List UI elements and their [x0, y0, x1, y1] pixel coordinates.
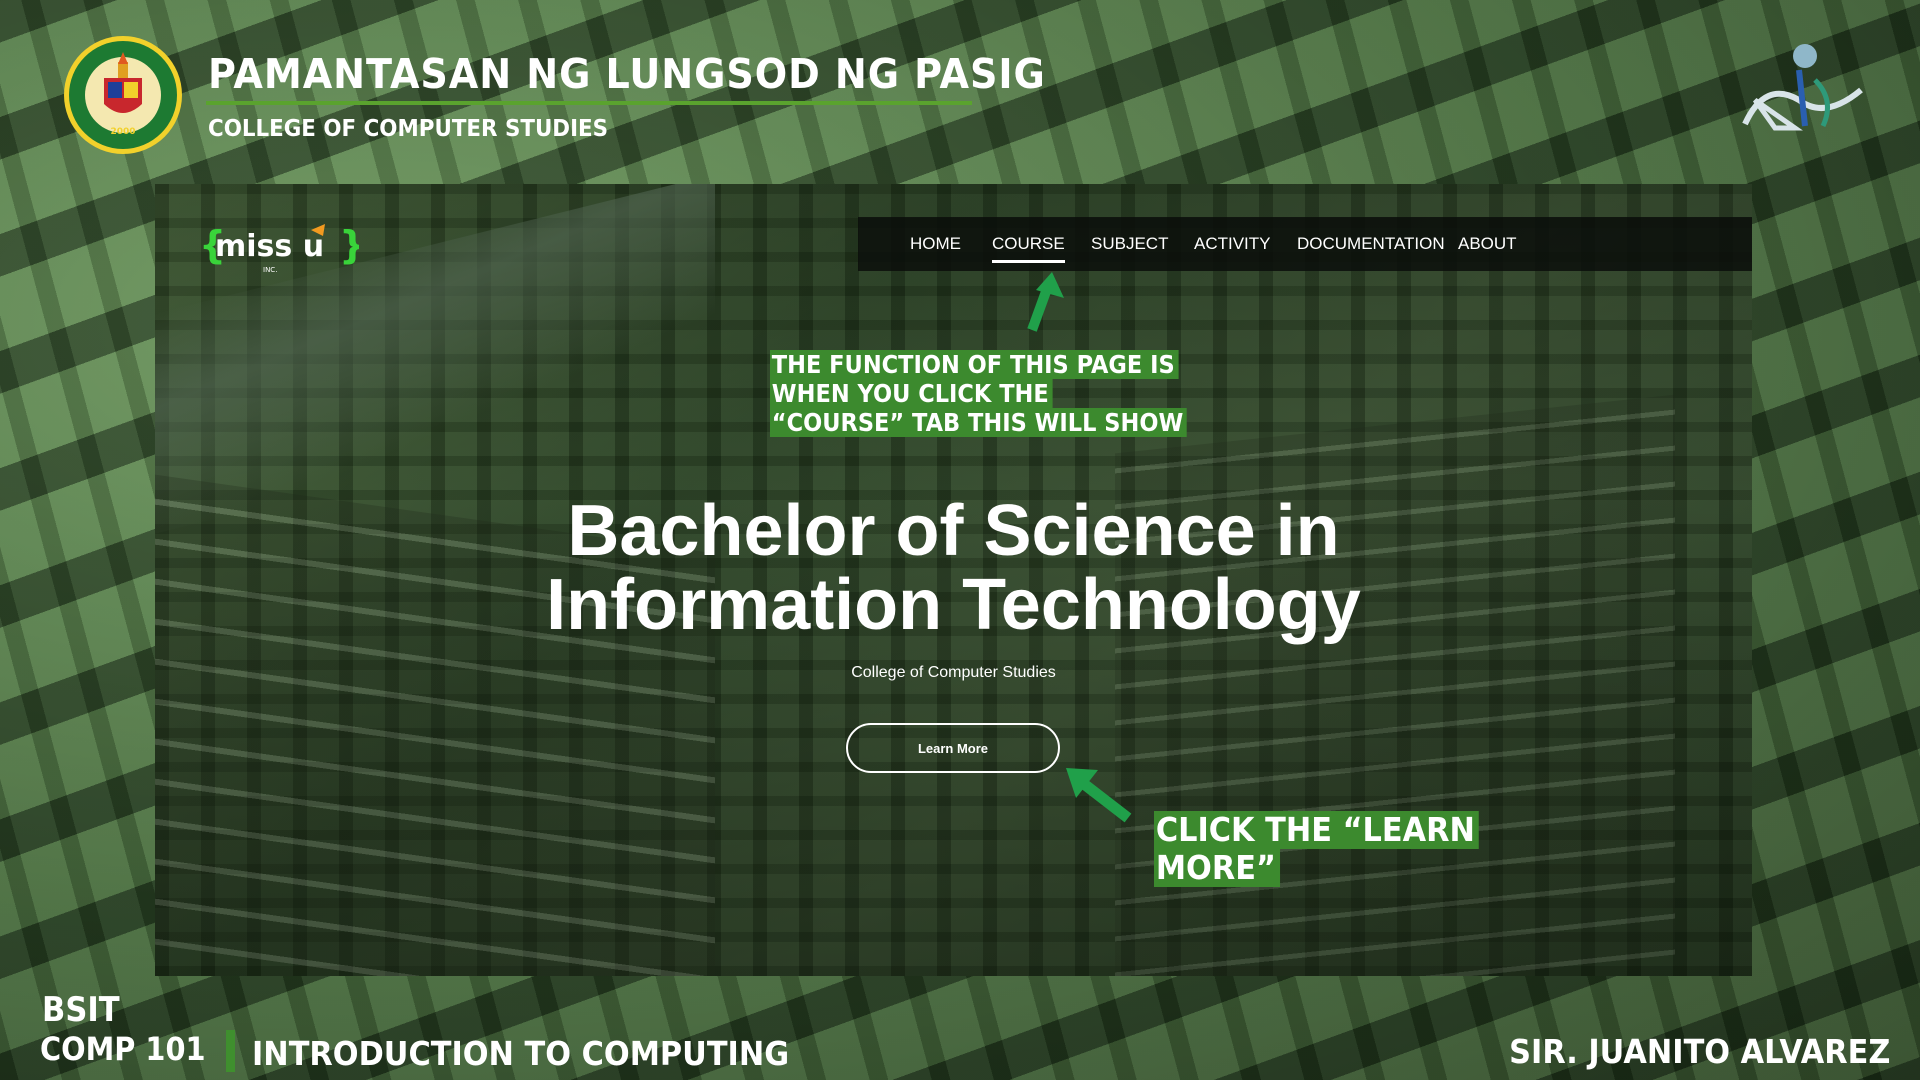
title-underline — [206, 101, 972, 105]
instructor-name: SIR. JUANITO ALVAREZ — [1508, 1032, 1890, 1071]
svg-text:}: } — [339, 223, 359, 267]
svg-text:INC.: INC. — [263, 266, 277, 274]
svg-text:2000: 2000 — [110, 127, 135, 137]
nav-documentation[interactable]: DOCUMENTATION — [1297, 217, 1445, 271]
course-code: COMP 101 — [40, 1030, 206, 1068]
nav-activity[interactable]: ACTIVITY — [1194, 217, 1271, 271]
university-title: PAMANTASAN NG LUNGSOD NG PASIG — [208, 50, 1046, 98]
ccs-logo-icon — [1742, 44, 1863, 131]
university-seal-icon: 2000 — [64, 36, 182, 154]
nav-course-label: COURSE — [992, 234, 1065, 253]
callout-line: THE FUNCTION OF THIS PAGE IS — [770, 350, 1179, 379]
hero-title-line-2: Information Technology — [546, 565, 1361, 645]
website-screenshot: { miss u } INC. HOME COURSE SUBJECT ACTI… — [155, 184, 1752, 976]
program-label: BSIT — [42, 990, 120, 1030]
site-navbar: HOME COURSE SUBJECT ACTIVITY DOCUMENTATI… — [858, 217, 1752, 271]
building-right-image — [1115, 394, 1675, 976]
arrow-up-icon — [1027, 272, 1064, 332]
nav-about[interactable]: ABOUT — [1458, 217, 1517, 271]
active-tab-indicator — [992, 260, 1065, 263]
callout-line: CLICK THE “LEARN — [1154, 811, 1479, 849]
callout-line: “COURSE” TAB THIS WILL SHOW — [770, 408, 1187, 437]
arrow-up-left-icon — [1066, 768, 1132, 823]
hero-subtitle: College of Computer Studies — [851, 664, 1056, 681]
course-name: INTRODUCTION TO COMPUTING — [252, 1034, 790, 1073]
nav-course[interactable]: COURSE — [992, 217, 1065, 271]
nav-subject[interactable]: SUBJECT — [1091, 217, 1168, 271]
svg-text:miss u: miss u — [215, 229, 324, 264]
callout-line: MORE” — [1154, 849, 1280, 887]
footer-divider — [226, 1030, 235, 1072]
learn-more-button[interactable]: Learn More — [846, 723, 1060, 773]
site-logo[interactable]: { miss u } INC. — [199, 220, 359, 276]
callout-line: WHEN YOU CLICK THE — [770, 379, 1053, 408]
hero-title: Bachelor of Science in Information Techn… — [155, 494, 1752, 642]
nav-home[interactable]: HOME — [910, 217, 961, 271]
hero-title-line-1: Bachelor of Science in — [567, 491, 1340, 571]
course-tab-callout: THE FUNCTION OF THIS PAGE IS WHEN YOU CL… — [770, 350, 1187, 437]
college-subtitle: COLLEGE OF COMPUTER STUDIES — [208, 116, 609, 142]
learn-more-callout: CLICK THE “LEARN MORE” — [1154, 811, 1479, 887]
